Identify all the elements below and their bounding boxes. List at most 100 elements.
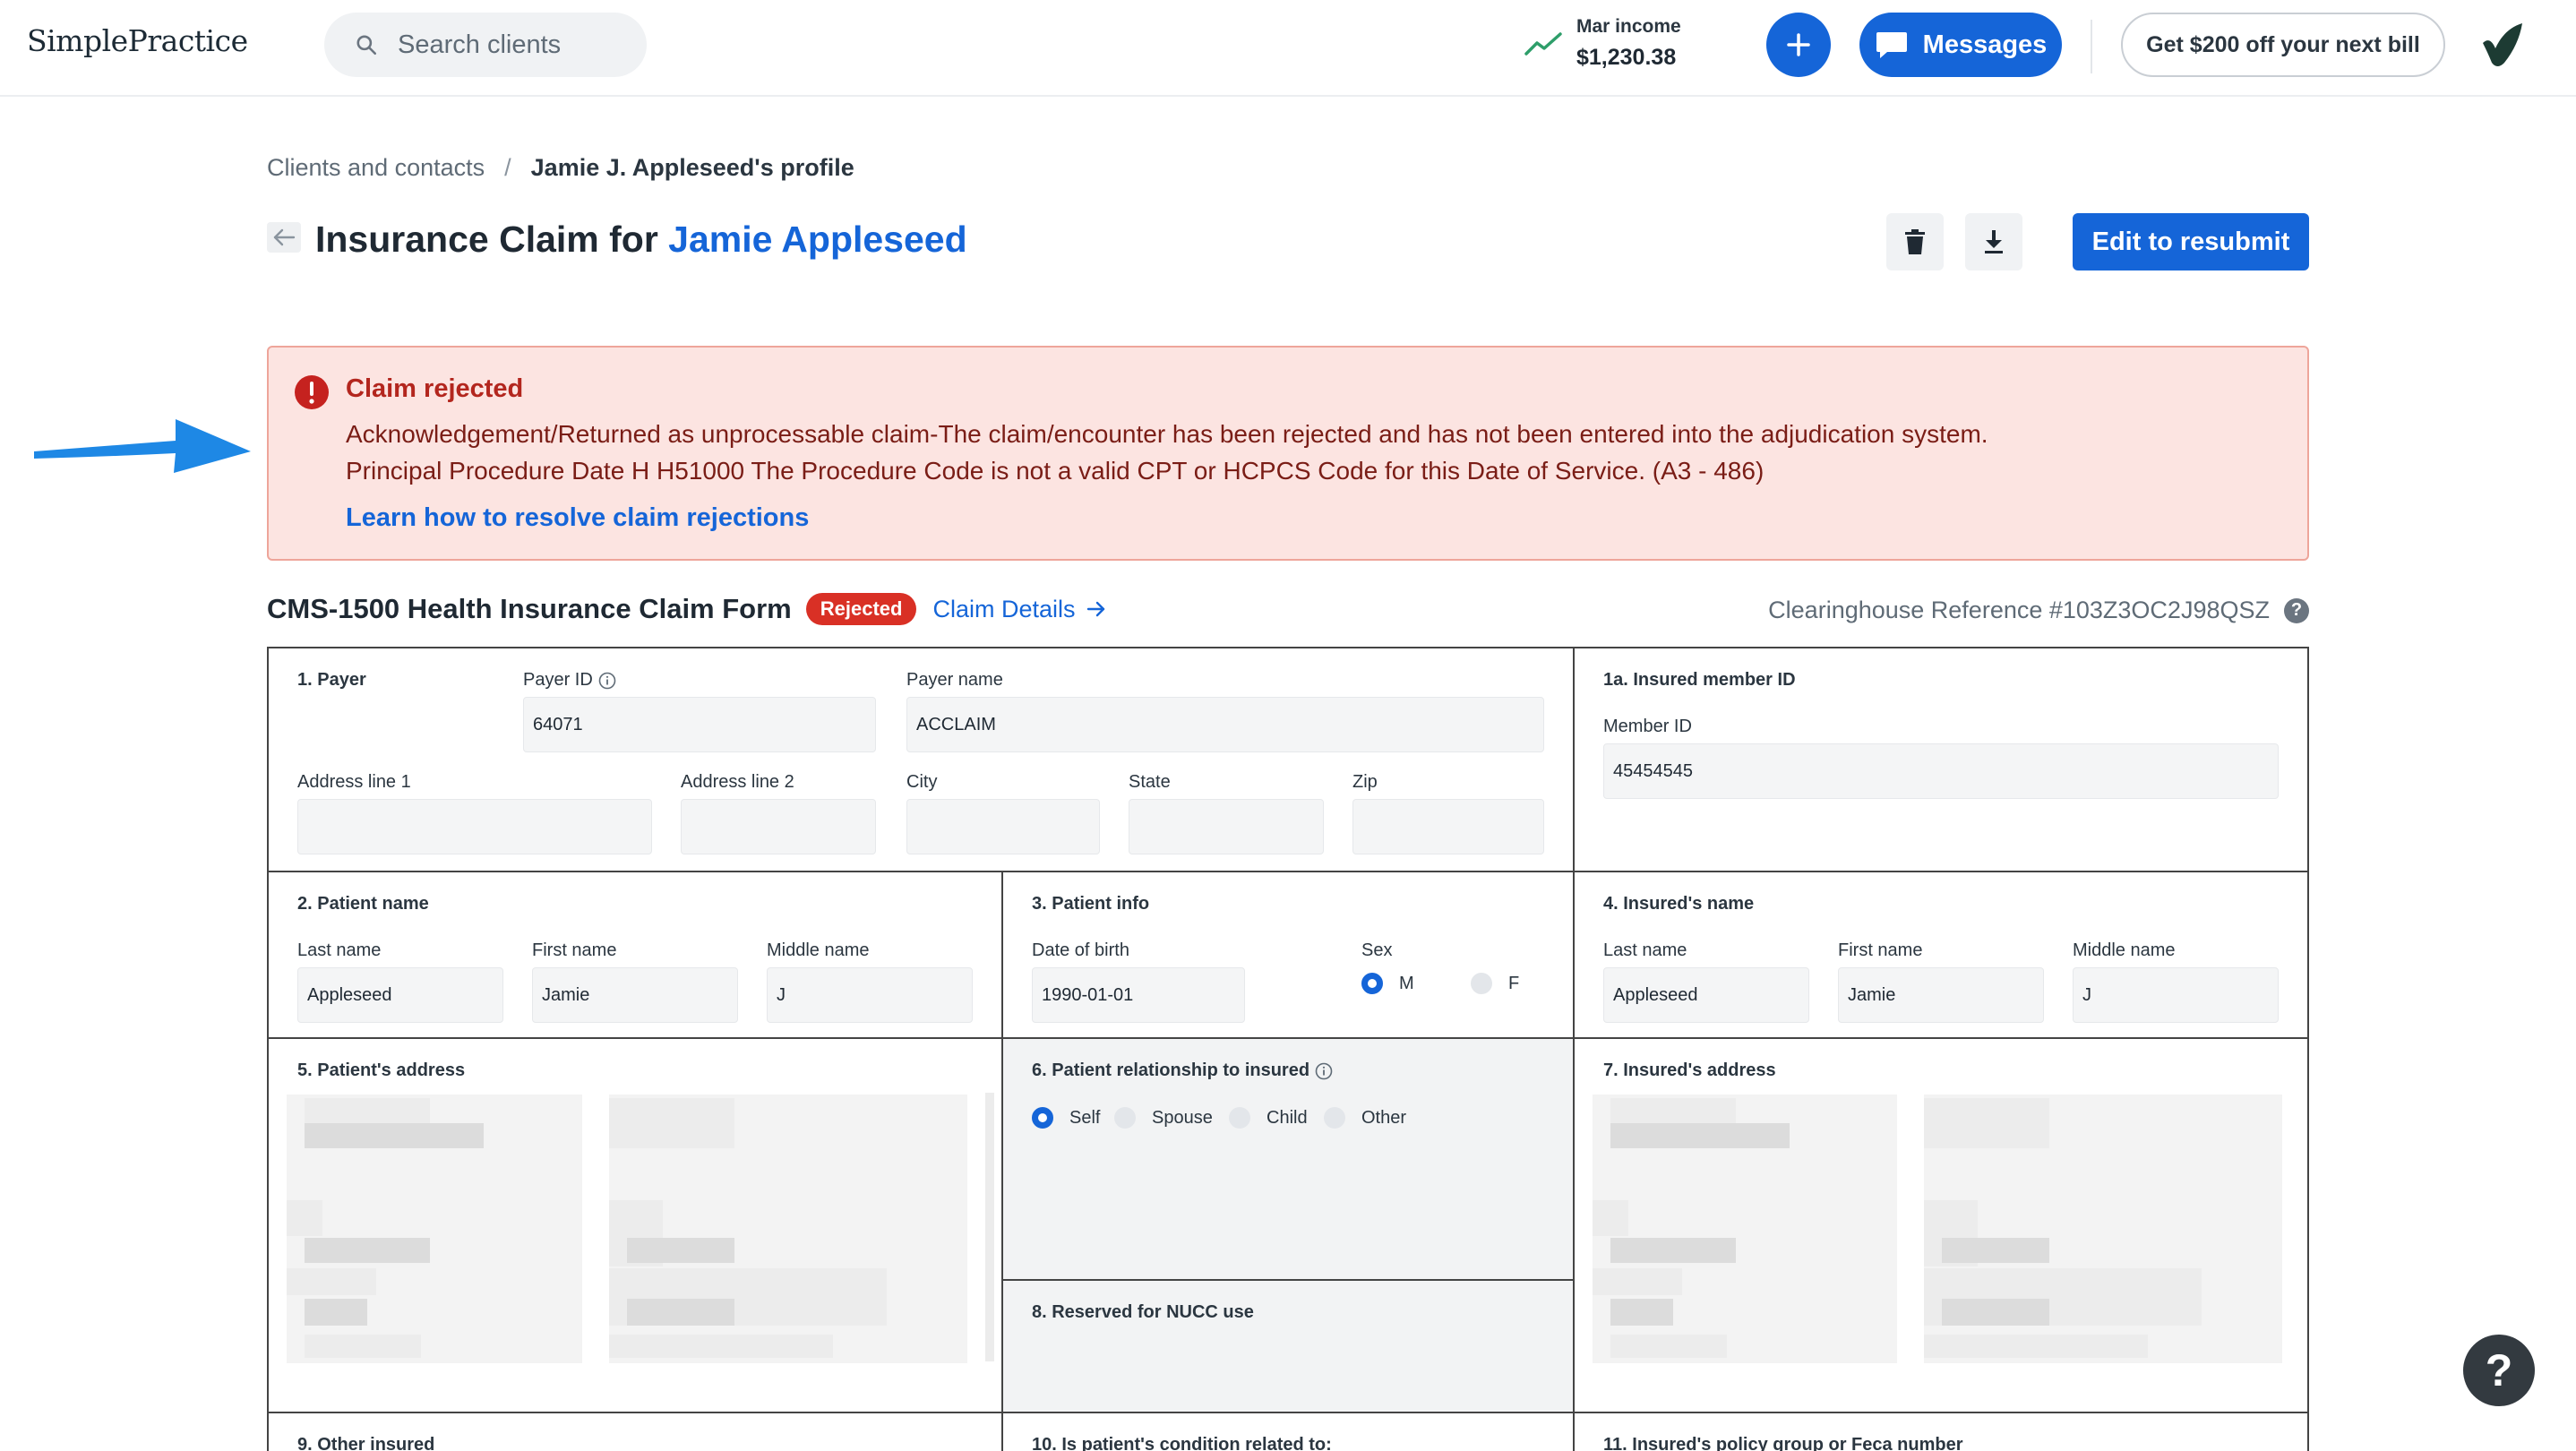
clearinghouse-reference: Clearinghouse Reference #103Z3OC2J98QSZ … xyxy=(1768,597,2309,624)
relationship-spouse-label: Spouse xyxy=(1152,1107,1213,1128)
patient-first-name-label: First name xyxy=(532,940,617,960)
date-of-birth-label: Date of birth xyxy=(1032,940,1129,960)
payer-id-label: Payer ID xyxy=(523,670,616,691)
search-icon xyxy=(356,35,377,56)
page-title-prefix: Insurance Claim for xyxy=(315,219,669,260)
simplepractice-logo[interactable]: SimplePractice xyxy=(27,23,248,58)
alert-message-line-1: Acknowledgement/Returned as unprocessabl… xyxy=(346,420,1988,448)
create-new-button[interactable] xyxy=(1766,13,1831,77)
download-button[interactable] xyxy=(1965,213,2022,270)
patient-middle-name-label: Middle name xyxy=(767,940,870,960)
patient-name-section: 2. Patient name Last name Appleseed Firs… xyxy=(269,872,1003,1039)
other-insured-label: 9. Other insured xyxy=(297,1435,435,1451)
search-placeholder: Search clients xyxy=(398,30,562,59)
help-button[interactable]: ? xyxy=(2463,1335,2535,1406)
patient-info-label: 3. Patient info xyxy=(1032,894,1150,914)
trend-up-icon xyxy=(1524,31,1562,56)
arrow-left-icon xyxy=(273,228,296,246)
arrow-right-icon xyxy=(1086,601,1104,617)
page-title: Insurance Claim for Jamie Appleseed xyxy=(315,219,967,261)
nucc-reserved-section: 8. Reserved for NUCC use xyxy=(1003,1281,1575,1413)
income-summary[interactable]: Mar income $1,230.38 xyxy=(1524,16,1681,71)
annotation-arrow-icon xyxy=(34,419,251,473)
address-line-2-label: Address line 2 xyxy=(681,772,794,792)
patient-info-section: 3. Patient info Date of birth 1990-01-01… xyxy=(1003,872,1575,1039)
divider xyxy=(2091,20,2092,73)
sex-female-radio[interactable]: F xyxy=(1471,973,1519,994)
breadcrumb-profile-link[interactable]: Jamie J. Appleseed's profile xyxy=(531,154,854,182)
promo-button[interactable]: Get $200 off your next bill xyxy=(2121,13,2445,77)
edit-to-resubmit-button[interactable]: Edit to resubmit xyxy=(2073,213,2309,270)
top-navigation-bar: SimplePractice Search clients Mar income… xyxy=(0,0,2576,97)
relationship-other-radio[interactable]: Other xyxy=(1324,1107,1406,1129)
chat-bubble-icon xyxy=(1876,32,1907,58)
patient-last-name-label: Last name xyxy=(297,940,382,960)
form-header: CMS-1500 Health Insurance Claim Form Rej… xyxy=(267,593,1106,625)
zip-input[interactable] xyxy=(1352,799,1544,854)
resolve-rejections-link[interactable]: Learn how to resolve claim rejections xyxy=(346,503,809,533)
claim-details-label: Claim Details xyxy=(932,595,1076,622)
state-label: State xyxy=(1129,772,1171,792)
date-of-birth-input[interactable]: 1990-01-01 xyxy=(1032,967,1245,1023)
city-input[interactable] xyxy=(906,799,1100,854)
delete-button[interactable] xyxy=(1886,213,1944,270)
policy-group-label: 11. Insured's policy group or Feca numbe… xyxy=(1603,1435,1963,1451)
policy-group-section: 11. Insured's policy group or Feca numbe… xyxy=(1575,1413,2307,1451)
condition-related-section: 10. Is patient's condition related to: xyxy=(1003,1413,1575,1451)
download-icon xyxy=(1985,230,2003,253)
member-id-input[interactable]: 45454545 xyxy=(1603,743,2279,799)
insured-middle-name-input[interactable]: J xyxy=(2073,967,2279,1023)
relationship-self-label: Self xyxy=(1069,1107,1101,1128)
insured-middle-name-label: Middle name xyxy=(2073,940,2176,960)
cms-1500-form: 1. Payer Payer ID 64071 Payer name ACCLA… xyxy=(267,647,2309,1451)
payer-name-input[interactable]: ACCLAIM xyxy=(906,697,1544,752)
back-button[interactable] xyxy=(267,222,301,253)
relationship-self-radio[interactable]: Self xyxy=(1032,1107,1100,1129)
address-line-1-input[interactable] xyxy=(297,799,652,854)
patient-relationship-section: 6. Patient relationship to insured Self … xyxy=(1003,1039,1575,1281)
state-input[interactable] xyxy=(1129,799,1324,854)
sex-male-radio[interactable]: M xyxy=(1361,973,1414,994)
patient-name-label: 2. Patient name xyxy=(297,894,429,914)
patient-first-name-input[interactable]: Jamie xyxy=(532,967,738,1023)
condition-related-label: 10. Is patient's condition related to: xyxy=(1032,1435,1332,1451)
info-icon[interactable] xyxy=(1315,1062,1333,1080)
other-insured-section: 9. Other insured xyxy=(269,1413,1003,1451)
breadcrumb: Clients and contacts / Jamie J. Applesee… xyxy=(267,154,854,182)
info-icon[interactable] xyxy=(598,672,616,690)
patient-middle-name-input[interactable]: J xyxy=(767,967,973,1023)
insured-member-id-label: 1a. Insured member ID xyxy=(1603,670,1796,690)
client-name-link[interactable]: Jamie Appleseed xyxy=(668,219,966,260)
breadcrumb-clients-link[interactable]: Clients and contacts xyxy=(267,154,485,182)
messages-label: Messages xyxy=(1922,30,2048,59)
patient-relationship-label-text: 6. Patient relationship to insured xyxy=(1032,1060,1310,1080)
form-title: CMS-1500 Health Insurance Claim Form xyxy=(267,593,792,624)
messages-button[interactable]: Messages xyxy=(1859,13,2062,77)
nucc-reserved-label: 8. Reserved for NUCC use xyxy=(1032,1302,1254,1322)
sex-female-label: F xyxy=(1508,973,1520,993)
income-value: $1,230.38 xyxy=(1576,45,1677,70)
insured-member-id-section: 1a. Insured member ID Member ID 45454545 xyxy=(1575,648,2307,872)
relationship-child-label: Child xyxy=(1267,1107,1308,1128)
payer-name-label: Payer name xyxy=(906,670,1003,690)
member-id-label: Member ID xyxy=(1603,717,1692,736)
payer-id-input[interactable]: 64071 xyxy=(523,697,876,752)
status-badge: Rejected xyxy=(805,593,917,625)
insured-first-name-label: First name xyxy=(1838,940,1923,960)
relationship-spouse-radio[interactable]: Spouse xyxy=(1114,1107,1213,1129)
insured-name-label: 4. Insured's name xyxy=(1603,894,1755,914)
address-line-2-input[interactable] xyxy=(681,799,876,854)
search-clients-field[interactable]: Search clients xyxy=(324,13,647,77)
alert-message-line-2: Principal Procedure Date H H51000 The Pr… xyxy=(346,457,1765,485)
leaf-avatar-icon[interactable] xyxy=(2474,18,2528,72)
patient-last-name-input[interactable]: Appleseed xyxy=(297,967,503,1023)
claim-details-link[interactable]: Claim Details xyxy=(932,596,1105,623)
breadcrumb-separator: / xyxy=(504,154,511,181)
insured-last-name-input[interactable]: Appleseed xyxy=(1603,967,1809,1023)
plus-icon xyxy=(1787,33,1810,56)
claim-rejected-alert: Claim rejected Acknowledgement/Returned … xyxy=(267,346,2309,561)
insured-first-name-input[interactable]: Jamie xyxy=(1838,967,2044,1023)
radio-unselected-icon xyxy=(1114,1107,1136,1129)
help-circle-icon[interactable]: ? xyxy=(2284,597,2309,623)
relationship-child-radio[interactable]: Child xyxy=(1229,1107,1308,1129)
